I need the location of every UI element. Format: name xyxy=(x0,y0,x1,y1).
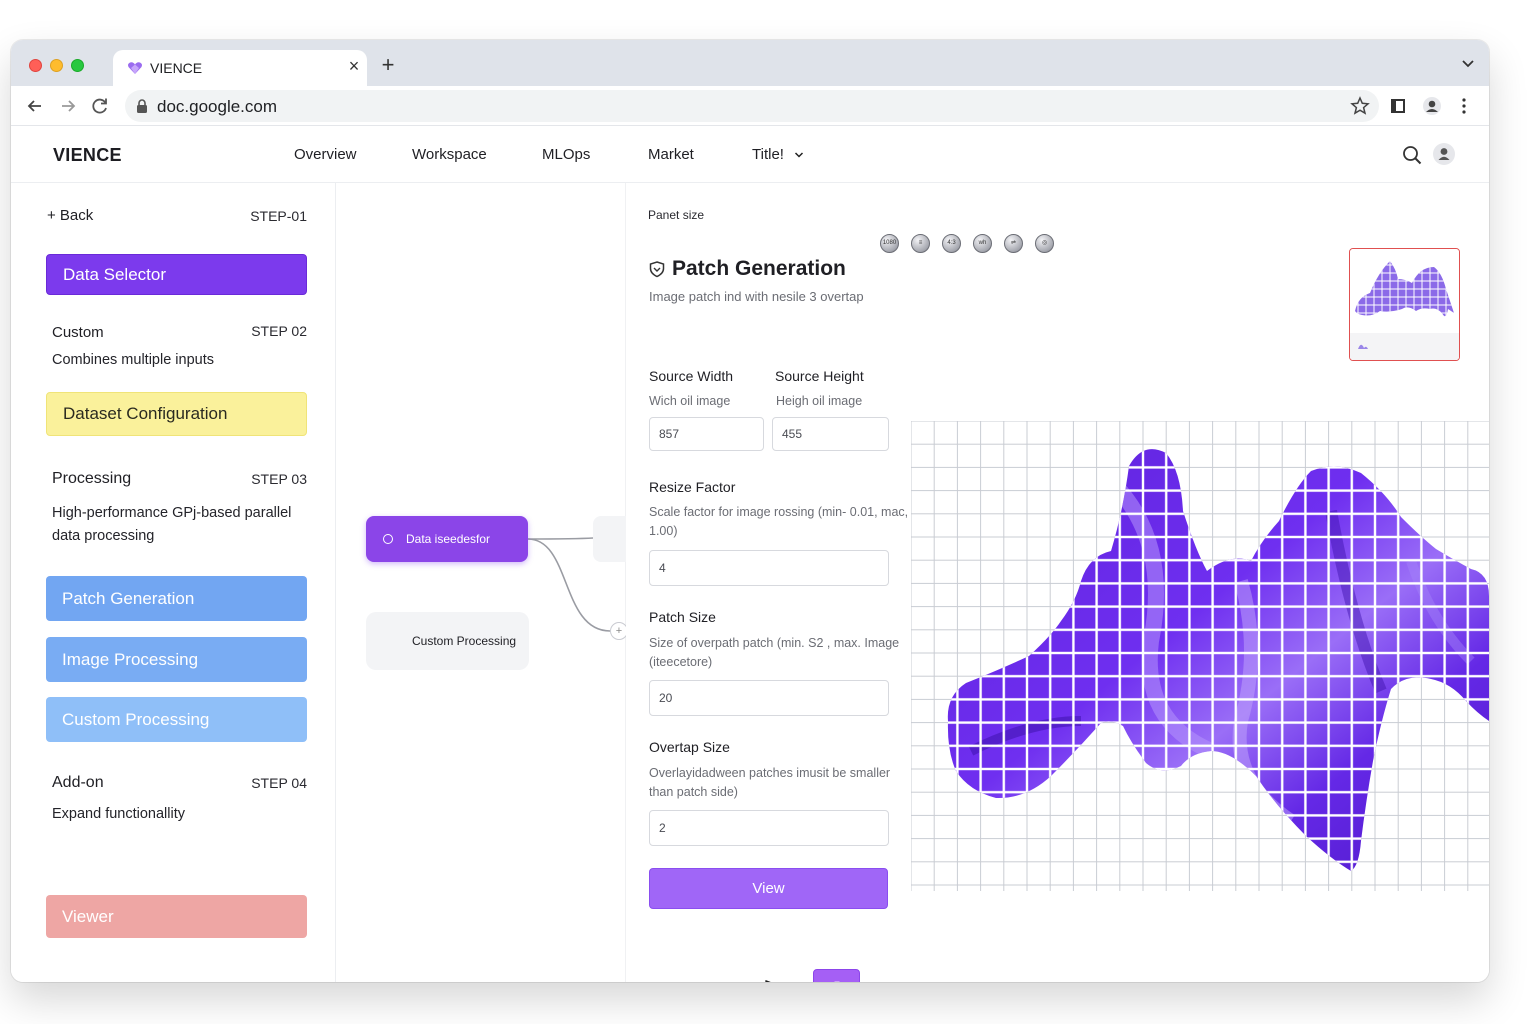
nav-title-label: Title! xyxy=(752,146,784,163)
connection-edges xyxy=(527,537,611,632)
maximize-window-button[interactable] xyxy=(71,59,84,72)
target-badge-icon[interactable]: ◎ xyxy=(1035,234,1054,253)
step-label: STEP-01 xyxy=(250,208,307,224)
nav-overview[interactable]: Overview xyxy=(294,146,357,163)
browser-tab[interactable]: VIENCE × xyxy=(113,50,367,86)
patch-size-help: (iteecetore) xyxy=(649,655,713,669)
bookmark-star-icon[interactable] xyxy=(1349,95,1371,117)
nav-workspace[interactable]: Workspace xyxy=(412,146,487,163)
source-height-help: Heigh oil image xyxy=(776,394,863,408)
source-width-input[interactable] xyxy=(649,417,764,451)
lock-icon xyxy=(137,99,147,113)
profile-icon[interactable] xyxy=(1421,95,1443,117)
tab-title: VIENCE xyxy=(150,60,203,76)
image-processing-button[interactable]: Image Processing xyxy=(46,637,307,682)
addon-title: Add-on xyxy=(52,774,104,791)
custom-description: Combines multiple inputs xyxy=(52,352,214,368)
dataset-configuration-button[interactable]: Dataset Configuration xyxy=(46,392,307,436)
chevron-down-icon[interactable] xyxy=(1461,56,1475,70)
patch-size-input[interactable] xyxy=(649,680,889,716)
ratio-badge-icon[interactable]: 4:3 xyxy=(942,234,961,253)
processing-title: Processing xyxy=(52,470,132,487)
node-label: Data iseedesfor xyxy=(406,532,491,546)
step-label: STEP 02 xyxy=(251,323,307,339)
source-height-input[interactable] xyxy=(772,417,889,451)
forward-arrow-icon[interactable] xyxy=(57,95,79,117)
tab-strip: VIENCE × + xyxy=(11,40,1489,86)
back-arrow-icon[interactable] xyxy=(24,95,46,117)
tool-icon-row: 1080 ≡ 4:3 wh ⇌ ◎ xyxy=(880,234,1054,253)
overtap-size-help: than patch side) xyxy=(649,785,738,799)
source-height-label: Source Height xyxy=(775,368,864,384)
new-tab-button[interactable]: + xyxy=(377,54,399,76)
brand-logo[interactable]: VIENCE xyxy=(53,145,122,166)
list-badge-icon[interactable]: ≡ xyxy=(911,234,930,253)
overtap-size-label: Overtap Size xyxy=(649,739,730,755)
viewer-button[interactable]: Viewer xyxy=(46,895,307,938)
data-node[interactable]: Data iseedesfor xyxy=(366,516,528,562)
thumbnail-image xyxy=(1350,249,1459,360)
processing-description: data processing xyxy=(52,528,155,544)
kebab-menu-icon[interactable] xyxy=(1453,95,1475,117)
source-width-label: Source Width xyxy=(649,368,734,384)
processing-description: High-performance GPj-based parallel xyxy=(52,505,292,521)
patch-size-help: Size of overpath patch (min. S2 , max. I… xyxy=(649,636,900,650)
source-width-help: Wich oil image xyxy=(649,394,731,408)
close-window-button[interactable] xyxy=(29,59,42,72)
section-subtitle: Image patch ind with nesile 3 overtap xyxy=(649,289,864,304)
resize-factor-help: Scale factor for image rossing (min- 0.0… xyxy=(649,505,909,519)
patch-preview-image xyxy=(911,421,1489,891)
patch-size-label: Patch Size xyxy=(649,609,716,625)
preview-thumbnail[interactable] xyxy=(1349,248,1460,361)
chevron-down-icon xyxy=(795,152,804,158)
nav-market[interactable]: Market xyxy=(648,146,694,163)
heart-favicon-icon xyxy=(128,62,142,74)
custom-title: Custom xyxy=(52,324,104,341)
custom-processing-node[interactable]: Custom Processing xyxy=(366,612,529,670)
reload-icon[interactable] xyxy=(89,95,111,117)
timer-capture-button[interactable] xyxy=(813,969,860,982)
patch-generation-panel: Panet size 1080 ≡ 4:3 wh ⇌ ◎ Patch Gener… xyxy=(626,183,1489,982)
nav-mlops[interactable]: MLOps xyxy=(542,146,590,163)
custom-processing-button[interactable]: Custom Processing xyxy=(46,697,307,742)
user-avatar-icon[interactable] xyxy=(1433,143,1455,165)
app-header: VIENCE Overview Workspace MLOps Market T… xyxy=(11,126,1489,183)
panel-size-label: Panet size xyxy=(648,208,705,222)
omnibox[interactable]: doc.google.com xyxy=(125,90,1379,122)
cursor-arrow-icon[interactable] xyxy=(763,978,787,982)
overtap-size-input[interactable] xyxy=(649,810,889,846)
patch-generation-button[interactable]: Patch Generation xyxy=(46,576,307,621)
swap-badge-icon[interactable]: ⇌ xyxy=(1004,234,1023,253)
nav-title-dropdown[interactable]: Title! xyxy=(752,146,804,163)
shield-icon xyxy=(649,261,665,278)
resolution-badge-icon[interactable]: 1080 xyxy=(880,234,899,253)
view-button[interactable]: View xyxy=(649,868,888,909)
close-tab-icon[interactable]: × xyxy=(343,55,365,77)
minimize-window-button[interactable] xyxy=(50,59,63,72)
resize-factor-label: Resize Factor xyxy=(649,479,736,495)
node-canvas[interactable]: Data iseedesfor Custom Processing + xyxy=(336,183,633,982)
search-icon[interactable] xyxy=(1401,144,1423,166)
node-label: Custom Processing xyxy=(412,634,517,648)
step-label: STEP 03 xyxy=(251,471,307,487)
sidebar-panel-icon[interactable] xyxy=(1387,95,1409,117)
node-status-icon xyxy=(383,534,393,544)
section-title: Patch Generation xyxy=(672,257,846,280)
addon-description: Expand functionallity xyxy=(52,806,185,822)
overtap-size-help: Overlayidadween patches imusit be smalle… xyxy=(649,766,891,780)
browser-window: VIENCE × + doc.google.com VIENCE Overvie… xyxy=(11,40,1489,982)
size-badge-icon[interactable]: wh xyxy=(973,234,992,253)
resize-factor-help: 1.00) xyxy=(649,524,678,538)
back-button[interactable]: + Back xyxy=(47,207,93,224)
timer-icon xyxy=(834,981,840,982)
data-selector-button[interactable]: Data Selector xyxy=(46,254,307,295)
resize-factor-input[interactable] xyxy=(649,550,889,586)
workflow-sidebar: + Back STEP-01 Data Selector Custom STEP… xyxy=(11,183,336,982)
step-label: STEP 04 xyxy=(251,775,307,791)
address-bar: doc.google.com xyxy=(11,86,1489,126)
url-text: doc.google.com xyxy=(157,97,278,116)
